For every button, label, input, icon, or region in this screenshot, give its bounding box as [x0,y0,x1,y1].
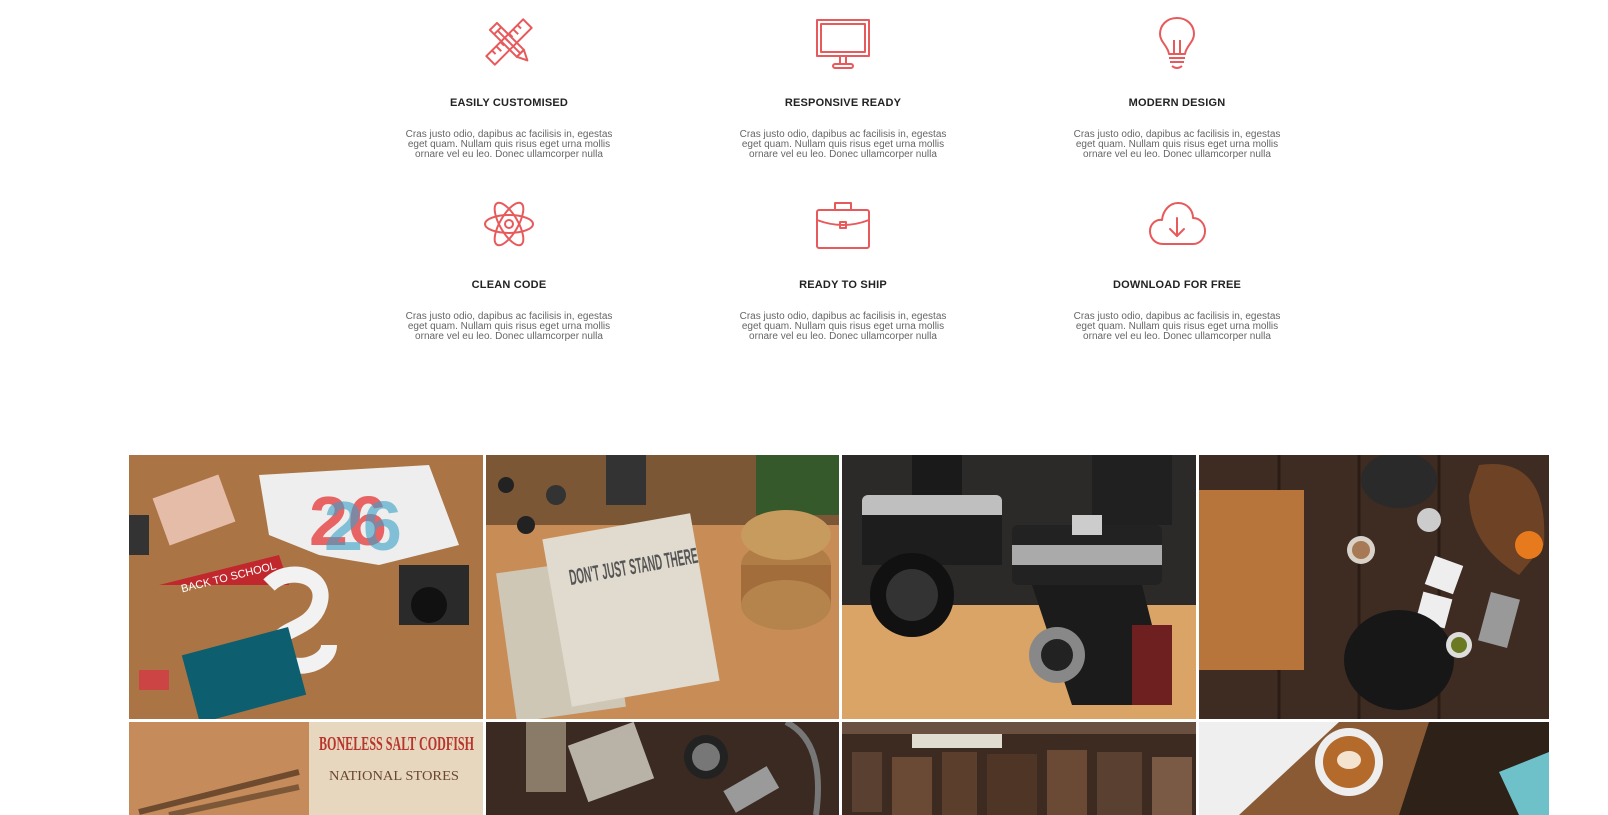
cloud-download-icon [1147,194,1207,254]
gallery-image-old-tools[interactable] [486,722,839,815]
features-section: EASILY CUSTOMISED Cras justo odio, dapib… [0,0,1608,420]
feature-description: Cras justo odio, dapibus ac facilisis in… [739,311,947,342]
sign-lettering-2: NATIONAL STORES [329,769,459,784]
feature-title: READY TO SHIP [799,279,887,291]
sign-lettering-1: BONELESS SALT CODFISH [319,733,474,755]
photo-gallery: 26 26 BACK TO SCHOOL BONELESS SALT CODFI… [129,455,1549,815]
feature-description: Cras justo odio, dapibus ac facilisis in… [1073,129,1281,160]
feature-description: Cras justo odio, dapibus ac facilisis in… [405,311,613,342]
briefcase-icon [813,194,873,254]
svg-text:26: 26 [324,487,402,565]
feature-description: Cras justo odio, dapibus ac facilisis in… [1073,311,1281,342]
feature-responsive-ready: RESPONSIVE READY Cras justo odio, dapibu… [713,12,973,160]
gallery-image-wood-type[interactable] [842,722,1196,815]
gallery-image-desk-flatlay[interactable]: 26 26 BACK TO SCHOOL [129,455,483,719]
gallery-image-vintage-cameras[interactable] [842,455,1196,719]
feature-easily-customised: EASILY CUSTOMISED Cras justo odio, dapib… [379,12,639,160]
feature-clean-code: CLEAN CODE Cras justo odio, dapibus ac f… [379,194,639,342]
atom-icon [479,194,539,254]
gallery-image-kitchen-table[interactable] [1199,455,1549,719]
gallery-image-coffee[interactable] [1199,722,1549,815]
feature-modern-design: MODERN DESIGN Cras justo odio, dapibus a… [1047,12,1307,160]
feature-title: MODERN DESIGN [1128,97,1226,109]
lightbulb-icon [1147,12,1207,72]
gallery-image-vintage-sign[interactable]: BONELESS SALT CODFISH NATIONAL STORES [129,722,483,815]
feature-ready-to-ship: READY TO SHIP Cras justo odio, dapibus a… [713,194,973,342]
feature-title: RESPONSIVE READY [784,97,902,109]
feature-title: EASILY CUSTOMISED [449,97,569,109]
feature-download-for-free: DOWNLOAD FOR FREE Cras justo odio, dapib… [1047,194,1307,342]
monitor-icon [813,12,873,72]
feature-title: CLEAN CODE [471,279,547,291]
feature-title: DOWNLOAD FOR FREE [1112,279,1242,291]
feature-description: Cras justo odio, dapibus ac facilisis in… [739,129,947,160]
gallery-image-notebooks-coasters[interactable]: DON'T JUST STAND THERE [486,455,839,719]
feature-description: Cras justo odio, dapibus ac facilisis in… [405,129,613,160]
pencil-ruler-icon [479,12,539,72]
